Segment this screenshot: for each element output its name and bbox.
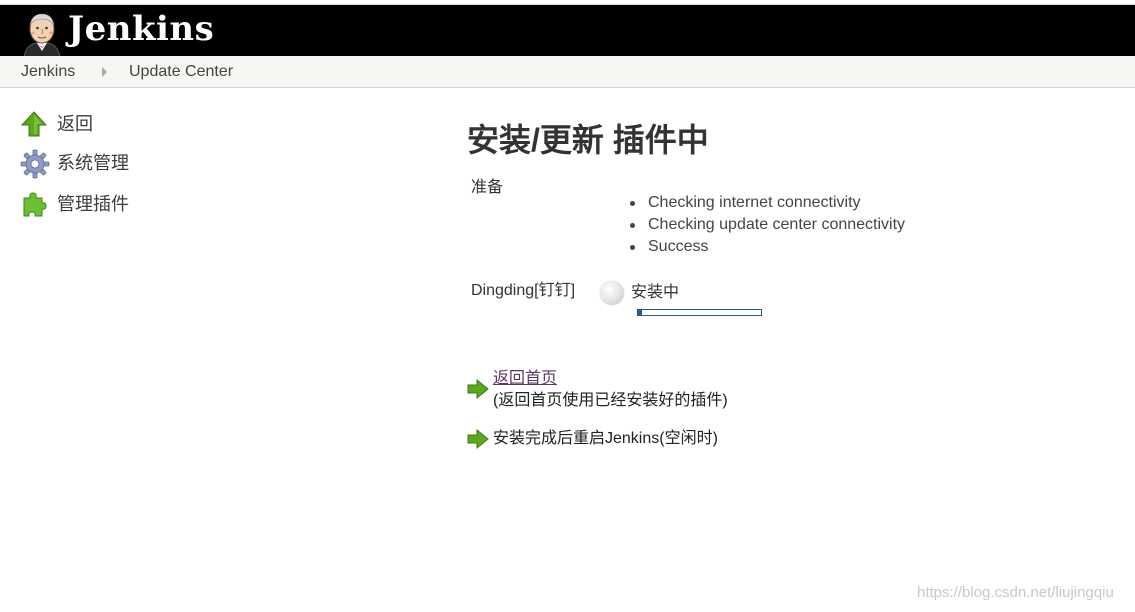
list-item: Success <box>628 236 905 258</box>
header-bar: Jenkins <box>0 5 1135 58</box>
sidebar-item-label: 管理插件 <box>57 194 129 214</box>
back-to-dashboard-link[interactable]: 返回首页 <box>493 368 557 390</box>
right-arrow-icon <box>467 428 489 450</box>
install-progress-fill <box>638 310 642 315</box>
plugin-status: 安装中 <box>631 284 680 301</box>
plugin-name: Dingding[钉钉] <box>471 282 576 299</box>
up-arrow-icon <box>20 110 48 138</box>
restart-when-idle-option[interactable]: 安装完成后重启Jenkins(空闲时) <box>493 428 718 450</box>
gear-icon <box>20 149 50 179</box>
breadcrumb-separator-icon <box>102 67 107 77</box>
right-arrow-icon <box>467 378 489 400</box>
install-progress-bar <box>637 309 762 316</box>
breadcrumb: Jenkins Update Center <box>0 56 1135 88</box>
jenkins-butler-logo[interactable] <box>20 11 64 58</box>
preparation-step-list: Checking internet connectivity Checking … <box>628 192 905 258</box>
list-item: Checking internet connectivity <box>628 192 905 214</box>
watermark: https://blog.csdn.net/liujingqiu <box>917 584 1114 601</box>
back-to-dashboard-description: (返回首页使用已经安装好的插件) <box>493 392 728 409</box>
app-title[interactable]: Jenkins <box>68 8 214 50</box>
sidebar-item-label: 系统管理 <box>57 153 129 173</box>
status-ball-icon <box>600 281 624 305</box>
puzzle-icon <box>20 190 48 218</box>
list-item: Checking update center connectivity <box>628 214 905 236</box>
page-title: 安装/更新 插件中 <box>467 122 709 158</box>
breadcrumb-item-update-center[interactable]: Update Center <box>129 56 233 88</box>
preparation-label: 准备 <box>471 179 504 196</box>
breadcrumb-item-jenkins[interactable]: Jenkins <box>21 56 75 88</box>
sidebar-item-label: 返回 <box>57 114 93 134</box>
